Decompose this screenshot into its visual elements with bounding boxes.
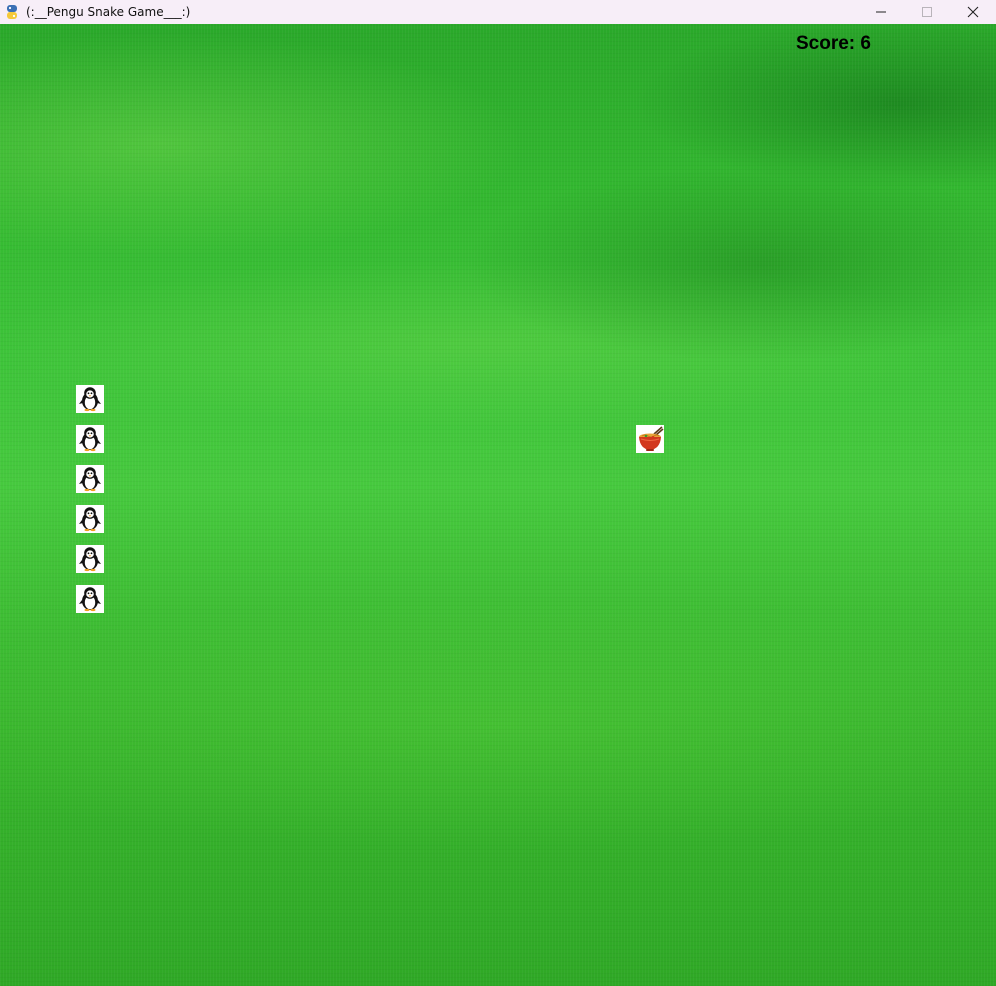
snake-segment — [76, 465, 104, 493]
penguin-icon — [79, 507, 101, 532]
snake-segment — [76, 505, 104, 533]
snake-segment — [76, 425, 104, 453]
score-label: Score: 6 — [796, 33, 871, 54]
penguin-icon — [79, 587, 101, 612]
penguin-icon — [79, 547, 101, 572]
food-item — [636, 425, 664, 453]
penguin-icon — [79, 427, 101, 452]
close-button[interactable] — [950, 0, 996, 24]
penguin-icon — [79, 467, 101, 492]
game-canvas[interactable]: Score: 6 — [0, 24, 996, 986]
game-window: (:__Pengu Snake Game___:) Score: 6 — [0, 0, 996, 986]
penguin-icon — [79, 387, 101, 412]
minimize-icon — [876, 11, 886, 13]
maximize-icon — [922, 7, 932, 17]
title-bar[interactable]: (:__Pengu Snake Game___:) — [0, 0, 996, 24]
minimize-button[interactable] — [858, 0, 904, 24]
window-controls — [858, 0, 996, 24]
snake-tail — [76, 585, 104, 613]
window-title: (:__Pengu Snake Game___:) — [26, 5, 191, 19]
python-icon — [5, 4, 19, 20]
maximize-button[interactable] — [904, 0, 950, 24]
snake-head — [76, 385, 104, 413]
close-icon — [967, 6, 979, 18]
noodle-bowl-icon — [639, 426, 664, 451]
snake-segment — [76, 545, 104, 573]
